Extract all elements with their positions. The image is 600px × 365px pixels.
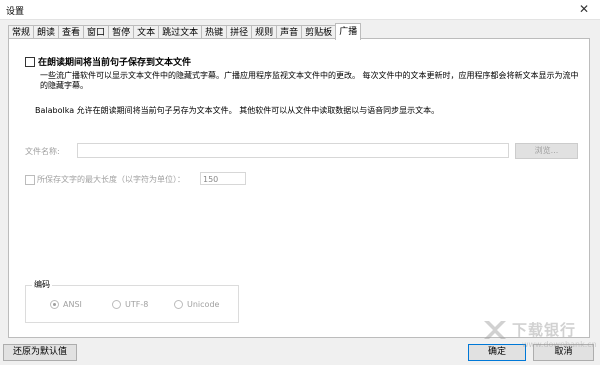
title-bar: 设置 ✕: [0, 0, 600, 20]
description-text-2: Balabolka 允许在朗读期间将当前句子另存为文本文件。 其他软件可以从文件…: [35, 106, 440, 115]
save-sentence-label: 在朗读期间将当前句子保存到文本文件: [38, 58, 192, 68]
max-length-checkbox-box[interactable]: [25, 174, 35, 185]
filename-input[interactable]: [77, 143, 509, 158]
close-icon[interactable]: ✕: [568, 0, 600, 19]
description-text-1: 一些流广播软件可以显示文本文件中的隐藏式字幕。广播应用程序监视文本文件中的更改。…: [40, 71, 579, 90]
radio-icon: [174, 300, 183, 309]
encoding-utf8-radio[interactable]: UTF-8: [112, 300, 148, 309]
save-sentence-checkbox[interactable]: 在朗读期间将当前句子保存到文本文件: [25, 55, 191, 68]
radio-icon: [112, 300, 121, 309]
broadcast-panel: 在朗读期间将当前句子保存到文本文件 一些流广播软件可以显示文本文件中的隐藏式字幕…: [8, 38, 590, 338]
radio-selected-icon: [50, 300, 59, 309]
encoding-unicode-label: Unicode: [187, 300, 220, 309]
encoding-unicode-radio[interactable]: Unicode: [174, 300, 219, 309]
watermark-text: 下载银行: [512, 321, 577, 339]
filename-label: 文件名称:: [25, 147, 60, 156]
checkbox-box[interactable]: [25, 56, 35, 67]
max-length-label: 所保存文字的最大长度（以字符为单位）：: [37, 175, 185, 184]
encoding-ansi-radio[interactable]: ANSI: [50, 300, 82, 309]
watermark-logo: 下载银行 www.downbank.cn: [482, 317, 597, 359]
window-title: 设置: [6, 7, 25, 17]
encoding-legend: 编码: [32, 279, 52, 290]
browse-button[interactable]: 浏览...: [515, 143, 578, 159]
reset-defaults-button[interactable]: 还原为默认值: [3, 344, 77, 361]
max-length-input[interactable]: 150: [200, 172, 246, 185]
encoding-ansi-label: ANSI: [63, 300, 82, 309]
watermark-x-icon: [484, 321, 506, 339]
encoding-utf8-label: UTF-8: [125, 300, 149, 309]
tab-strip: 常规 朗读 查看 窗口 暂停 文本 跳过文本 热键 拼径 规则 声音 剪贴板 广…: [8, 23, 362, 40]
encoding-group: 编码 ANSI UTF-8 Unicode: [25, 279, 239, 323]
tab-broadcast[interactable]: 广播: [335, 23, 362, 40]
max-length-checkbox[interactable]: 所保存文字的最大长度（以字符为单位）：: [25, 174, 185, 185]
watermark-url: www.downbank.cn: [522, 340, 597, 349]
